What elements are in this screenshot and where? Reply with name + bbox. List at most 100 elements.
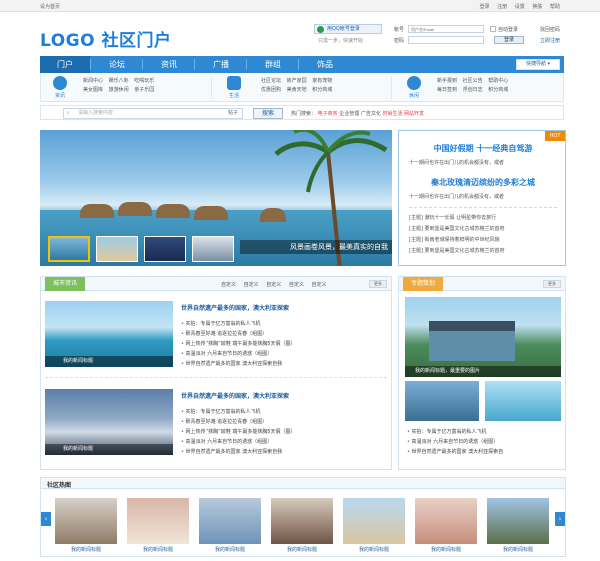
- search-input[interactable]: ⌕ 请输入搜索内容 帖子: [63, 108, 243, 119]
- hot-picture-label[interactable]: 我的新闻标题: [415, 546, 477, 553]
- banner-thumb[interactable]: [192, 236, 234, 262]
- headline-title[interactable]: 中国好假期 十一经典自驾游: [399, 143, 567, 154]
- quick-nav-button[interactable]: 快捷导航 ▾: [516, 59, 560, 70]
- banner-thumb[interactable]: [144, 236, 186, 262]
- subnav-link[interactable]: 积分商城: [312, 86, 336, 95]
- headline-list: [主题] 潮玩十一长假 让明星带你去旅行 [主题] 要到堡是美国文化古城苏格兰的…: [409, 213, 505, 257]
- hot-picture[interactable]: [343, 498, 405, 544]
- headline-list-item[interactable]: [主题] 潮玩十一长假 让明星带你去旅行: [409, 213, 505, 224]
- nav-item-forum[interactable]: 论坛: [92, 56, 142, 73]
- nav-item-broadcast[interactable]: 广播: [196, 56, 246, 73]
- city-news-title[interactable]: 世界自然遗产最多的国家，澳大利亚探索: [181, 303, 289, 312]
- hot-picture[interactable]: [271, 498, 333, 544]
- subnav-link[interactable]: 浮创日志: [463, 86, 487, 95]
- search-bar: ⌕ 请输入搜索内容 帖子 搜索 热门搜索： 电子商务 企业管理 广告文化 时尚生…: [40, 105, 564, 120]
- subnav-link[interactable]: 房产家园: [287, 77, 311, 86]
- banner-thumb[interactable]: [48, 236, 90, 262]
- top-link-login[interactable]: 登录: [480, 4, 490, 10]
- account-input[interactable]: [408, 25, 484, 33]
- nav-item-news[interactable]: 资讯: [144, 56, 194, 73]
- city-news-image[interactable]: 我的新闻标题: [45, 301, 173, 367]
- top-link-help[interactable]: 帮助: [550, 4, 560, 10]
- login-button[interactable]: 登录: [494, 36, 524, 44]
- hot-picture-label[interactable]: 我的新闻标题: [343, 546, 405, 553]
- qq-login-button[interactable]: 用QQ帐号登录: [314, 24, 382, 34]
- panel-tab[interactable]: 自定义: [311, 282, 326, 288]
- panel-tab[interactable]: 自定义: [289, 282, 304, 288]
- top-link-settings[interactable]: 设置: [515, 4, 525, 10]
- panel-tab[interactable]: 自定义: [221, 282, 236, 288]
- cart-icon: [227, 76, 241, 90]
- image-caption: 我的新闻标题: [45, 444, 173, 455]
- password-input[interactable]: [408, 36, 484, 44]
- subnav-link[interactable]: 社区论坛: [261, 77, 285, 86]
- city-news-image[interactable]: 我的新闻标题: [45, 389, 173, 455]
- subnav-link[interactable]: 积分商城: [488, 86, 512, 95]
- auto-login-checkbox[interactable]: [490, 26, 496, 32]
- subnav-link[interactable]: 美女图库: [83, 86, 107, 95]
- site-logo[interactable]: LOGO 社区门户: [40, 26, 172, 51]
- nav-divider: [298, 59, 299, 70]
- hot-picture[interactable]: [127, 498, 189, 544]
- hot-picture-label[interactable]: 我的新闻标题: [55, 546, 117, 553]
- hot-picture-label[interactable]: 我的新闻标题: [487, 546, 549, 553]
- hot-picture-label[interactable]: 我的新闻标题: [199, 546, 261, 553]
- nav-item-groups[interactable]: 群组: [248, 56, 298, 73]
- auto-login-label: 自动登录: [498, 27, 519, 33]
- more-button[interactable]: 更多: [543, 280, 561, 288]
- hot-picture-label[interactable]: 我的新闻标题: [127, 546, 189, 553]
- special-thumb-image[interactable]: [405, 381, 479, 421]
- panel-tab[interactable]: 自定义: [266, 282, 281, 288]
- next-arrow-icon[interactable]: ›: [555, 512, 565, 526]
- search-scope[interactable]: 帖子: [228, 109, 238, 118]
- hot-picture[interactable]: [55, 498, 117, 544]
- subnav-link[interactable]: 社区公告: [463, 77, 487, 86]
- top-link-skin[interactable]: 换肤: [532, 4, 542, 10]
- banner-caption: 风景画卷风景，最美真实的自我: [240, 240, 392, 254]
- city-news-title[interactable]: 世界自然遗产最多的国家，澳大利亚探索: [181, 391, 289, 400]
- set-home-link[interactable]: 设为首页: [40, 3, 60, 10]
- subnav-link[interactable]: 帮助中心: [488, 77, 512, 86]
- subnav-label-leisure: 休闲: [409, 93, 420, 99]
- headline-list-item[interactable]: [主题] 要到堡是美国文化古城苏格兰的首府: [409, 224, 505, 235]
- subnav-link[interactable]: 新闻中心: [83, 77, 107, 86]
- hot-word[interactable]: 企业管理: [339, 111, 359, 117]
- subnav-link[interactable]: 美食天地: [287, 86, 311, 95]
- hot-word[interactable]: 时尚生活: [382, 111, 402, 117]
- subnav-link[interactable]: 亲子乐园: [134, 86, 158, 95]
- search-button[interactable]: 搜索: [253, 108, 283, 119]
- special-thumb-image[interactable]: [485, 381, 561, 421]
- banner-thumb[interactable]: [96, 236, 138, 262]
- hot-picture[interactable]: [487, 498, 549, 544]
- subnav-link[interactable]: 家有宠物: [312, 77, 336, 86]
- hot-picture[interactable]: [199, 498, 261, 544]
- nav-item-portal[interactable]: 门户: [40, 56, 90, 73]
- subnav-link[interactable]: 吃喝玩乐: [134, 77, 158, 86]
- subnav-link[interactable]: 优惠团购: [261, 86, 285, 95]
- subnav-link[interactable]: 每日签到: [437, 86, 461, 95]
- list-item: • 致青春至好滩 追逐拉拉青春（组图）: [181, 419, 268, 425]
- hot-word[interactable]: 网站开发: [404, 111, 424, 117]
- subnav-link[interactable]: 旅游休闲: [109, 86, 133, 95]
- nav-divider: [90, 59, 91, 70]
- register-link[interactable]: 立即注册: [540, 37, 560, 44]
- top-link-register[interactable]: 注册: [497, 4, 507, 10]
- hot-picture[interactable]: [415, 498, 477, 544]
- headline-list-item[interactable]: [主题] 街南老城保持着鲜明的中世纪风貌: [409, 235, 505, 246]
- prev-arrow-icon[interactable]: ‹: [41, 512, 51, 526]
- divider: [409, 207, 557, 208]
- special-main-image[interactable]: 我的新闻标题，最重要的图片: [405, 297, 561, 377]
- panel-tabs: 自定义 自定义 自定义 自定义 自定义: [221, 281, 332, 288]
- hot-word[interactable]: 广告文化: [361, 111, 381, 117]
- hot-word[interactable]: 电子商务: [318, 111, 338, 117]
- subnav-link[interactable]: 娱乐八卦: [109, 77, 133, 86]
- forgot-password-link[interactable]: 找回密码: [540, 26, 560, 33]
- subnav-link[interactable]: 新手报到: [437, 77, 461, 86]
- account-label: 帐号: [394, 27, 405, 33]
- more-button[interactable]: 更多: [369, 280, 387, 288]
- panel-tab[interactable]: 自定义: [244, 282, 259, 288]
- nav-item-accessories[interactable]: 饰品: [300, 56, 350, 73]
- headline-list-item[interactable]: [主题] 要到堡是美国文化古城苏格兰的首府: [409, 246, 505, 257]
- headline-title[interactable]: 秦北玫瑰清迈缤纷的多彩之城: [399, 177, 567, 188]
- hot-picture-label[interactable]: 我的新闻标题: [271, 546, 333, 553]
